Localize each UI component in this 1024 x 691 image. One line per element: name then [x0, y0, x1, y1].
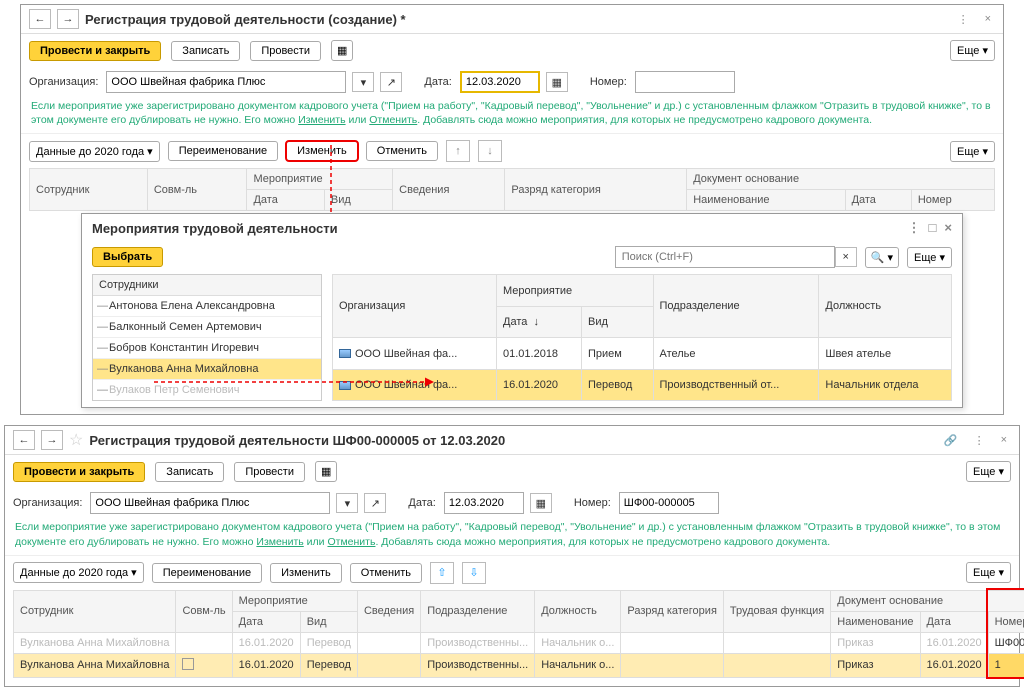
write-button[interactable]: Записать [171, 41, 240, 61]
nav-back-button[interactable]: ← [29, 9, 51, 29]
more-button[interactable]: Еще ▾ [950, 40, 995, 61]
link-icon[interactable]: 🔗 [940, 434, 962, 447]
move-down-icon[interactable]: ↓ [478, 140, 502, 162]
info-change-link[interactable]: Изменить [256, 536, 303, 548]
rename-button[interactable]: Переименование [152, 563, 262, 583]
post-and-close-button[interactable]: Провести и закрыть [29, 41, 161, 61]
document-icon [339, 381, 351, 390]
close-icon[interactable]: × [981, 13, 995, 26]
calendar-icon[interactable]: ▦ [546, 72, 568, 92]
search-input[interactable] [615, 246, 835, 268]
post-button[interactable]: Провести [250, 41, 321, 61]
dialog-close-icon[interactable]: × [944, 220, 952, 236]
window-title: Регистрация трудовой деятельности (созда… [85, 12, 948, 27]
info-cancel-link[interactable]: Отменить [327, 536, 375, 548]
dialog-title: Мероприятия трудовой деятельности [92, 221, 338, 236]
move-up-icon[interactable]: ⇧ [430, 562, 454, 584]
calendar-icon[interactable]: ▦ [530, 493, 552, 513]
search-icon[interactable]: 🔍 ▾ [865, 247, 899, 268]
table-row[interactable]: Вулканова Анна Михайловна 16.01.2020Пере… [14, 632, 1024, 653]
change-button[interactable]: Изменить [286, 141, 358, 161]
cancel-button[interactable]: Отменить [350, 563, 422, 583]
post-and-close-button[interactable]: Провести и закрыть [13, 462, 145, 482]
checkbox[interactable] [182, 658, 194, 670]
select-button[interactable]: Выбрать [92, 247, 163, 267]
document-icon [339, 349, 351, 358]
info-text: Если мероприятие уже зарегистрировано до… [21, 97, 1003, 133]
info-text: Если мероприятие уже зарегистрировано до… [5, 518, 1019, 554]
number-label: Номер: [590, 76, 627, 88]
menu-icon[interactable]: ⋮ [970, 434, 989, 447]
date-input[interactable] [460, 71, 540, 93]
write-button[interactable]: Записать [155, 462, 224, 482]
events-table[interactable]: Сотрудник Совм-ль Мероприятие Сведения Р… [29, 168, 995, 211]
cancel-button[interactable]: Отменить [366, 141, 438, 161]
table-row[interactable]: ООО Швейная фа... 16.01.2020Перевод Прои… [333, 369, 952, 401]
date-label: Дата: [408, 497, 435, 509]
dialog-menu-icon[interactable]: ⋮ [908, 220, 921, 236]
info-cancel-link[interactable]: Отменить [369, 114, 417, 126]
change-button[interactable]: Изменить [270, 563, 342, 583]
org-dropdown-icon[interactable]: ▾ [336, 493, 358, 513]
more-button-2[interactable]: Еще ▾ [950, 141, 995, 162]
table-row[interactable]: ООО Швейная фа... 01.01.2018Прием Ателье… [333, 338, 952, 370]
list-item[interactable]: Антонова Елена Александровна [93, 296, 321, 317]
info-change-link[interactable]: Изменить [298, 114, 345, 126]
org-input[interactable] [90, 492, 330, 514]
nav-back-button[interactable]: ← [13, 430, 35, 450]
event-detail-table[interactable]: Организация Мероприятие Подразделение До… [332, 274, 952, 401]
more-button[interactable]: Еще ▾ [966, 461, 1011, 482]
org-label: Организация: [13, 497, 82, 509]
data-before-button[interactable]: Данные до 2020 года ▾ [29, 141, 160, 162]
employee-list-header: Сотрудники [93, 275, 321, 296]
dialog-more-button[interactable]: Еще ▾ [907, 247, 952, 268]
number-input[interactable] [619, 492, 719, 514]
list-item[interactable]: Балконный Семен Артемович [93, 317, 321, 338]
list-item[interactable]: Вулканова Анна Михайловна [93, 359, 321, 380]
events-dialog: Мероприятия трудовой деятельности ⋮ □ × … [81, 213, 963, 408]
main-table[interactable]: Сотрудник Совм-ль Мероприятие Сведения П… [13, 590, 1024, 678]
dialog-max-icon[interactable]: □ [929, 220, 937, 236]
report-icon[interactable]: ▦ [315, 461, 337, 482]
data-before-button[interactable]: Данные до 2020 года ▾ [13, 562, 144, 583]
move-down-icon[interactable]: ⇩ [462, 562, 486, 584]
date-label: Дата: [424, 76, 451, 88]
org-open-icon[interactable]: ↗ [380, 72, 402, 92]
report-icon[interactable]: ▦ [331, 40, 353, 61]
org-open-icon[interactable]: ↗ [364, 493, 386, 513]
org-label: Организация: [29, 76, 98, 88]
menu-icon[interactable]: ⋮ [954, 13, 973, 26]
star-icon[interactable]: ☆ [69, 430, 83, 450]
more-button-2[interactable]: Еще ▾ [966, 562, 1011, 583]
search-clear-icon[interactable]: × [835, 247, 857, 267]
rename-button[interactable]: Переименование [168, 141, 278, 161]
post-button[interactable]: Провести [234, 462, 305, 482]
org-dropdown-icon[interactable]: ▾ [352, 72, 374, 92]
list-item[interactable]: Вулаков Петр Семенович [93, 380, 321, 400]
number-label: Номер: [574, 497, 611, 509]
nav-forward-button[interactable]: → [41, 430, 63, 450]
number-input[interactable] [635, 71, 735, 93]
nav-forward-button[interactable]: → [57, 9, 79, 29]
employee-list[interactable]: Сотрудники Антонова Елена Александровна … [92, 274, 322, 401]
list-item[interactable]: Бобров Константин Игоревич [93, 338, 321, 359]
org-input[interactable] [106, 71, 346, 93]
close-icon[interactable]: × [997, 434, 1011, 447]
move-up-icon[interactable]: ↑ [446, 140, 470, 162]
date-input[interactable] [444, 492, 524, 514]
window-title: Регистрация трудовой деятельности ШФ00-0… [89, 433, 934, 448]
